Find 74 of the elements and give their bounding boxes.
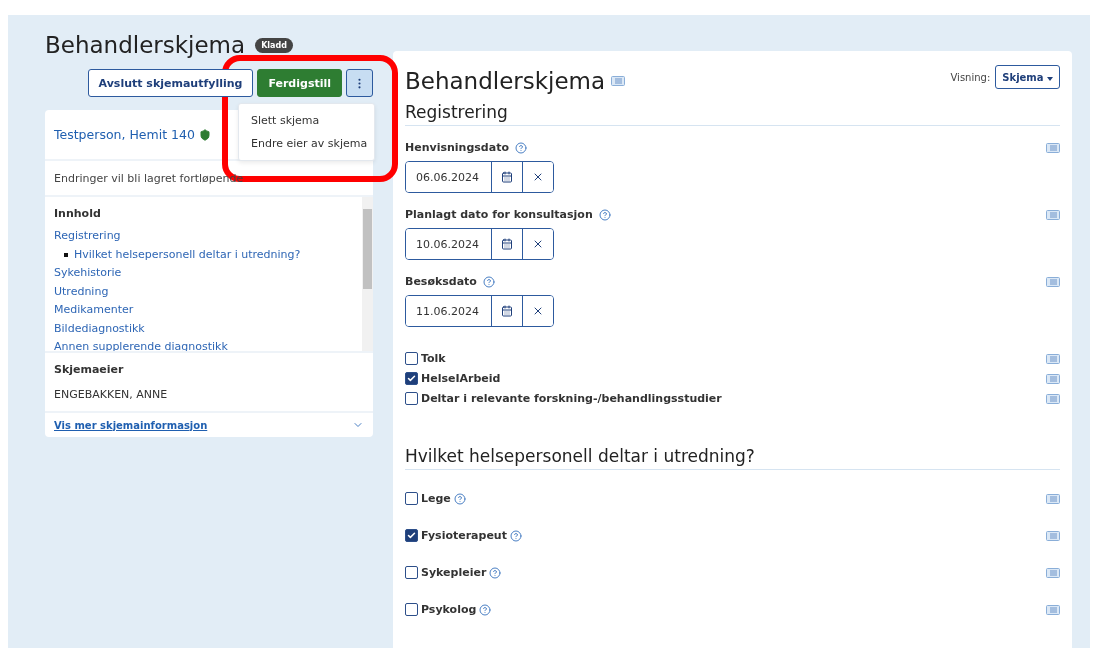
date-field[interactable]: 06.06.2024 — [405, 161, 554, 193]
checkbox[interactable] — [405, 566, 418, 579]
shield-icon — [198, 128, 211, 141]
toc-link[interactable]: Bildediagnostikk — [54, 319, 353, 338]
finish-button[interactable]: Ferdigstill — [257, 69, 342, 97]
owner-title: Skjemaeier — [54, 363, 125, 376]
more-button[interactable] — [346, 69, 373, 97]
status-badge: Kladd — [255, 37, 293, 53]
checkbox[interactable] — [405, 603, 418, 616]
field-label: Henvisningsdato — [405, 141, 509, 154]
list-icon[interactable] — [1046, 353, 1060, 364]
more-info-link[interactable]: Vis mer skjemainformasjon — [54, 419, 208, 431]
list-icon[interactable] — [611, 76, 626, 86]
form-title: Behandlerskjema — [405, 68, 606, 94]
clear-button[interactable] — [522, 162, 553, 192]
help-icon[interactable] — [514, 141, 527, 154]
patient-name[interactable]: Testperson, Hemit 140 — [54, 127, 195, 142]
section-title: Registrering — [405, 102, 1060, 126]
checkbox-label: Lege — [421, 492, 451, 505]
list-icon[interactable] — [1046, 530, 1060, 541]
toc-title: Innhold — [54, 207, 102, 220]
list-icon[interactable] — [1046, 567, 1060, 578]
help-icon[interactable] — [598, 208, 611, 221]
calendar-icon — [501, 171, 513, 183]
list-icon[interactable] — [1046, 373, 1060, 384]
list-icon[interactable] — [1046, 276, 1060, 287]
checkbox-label: Deltar i relevante forskning-/behandlingsstudier — [421, 392, 722, 405]
checkbox-label: Sykepleier — [421, 566, 487, 579]
clear-button[interactable] — [522, 229, 553, 259]
menu-item[interactable]: Endre eier av skjema — [239, 132, 374, 155]
date-field[interactable]: 11.06.2024 — [405, 295, 554, 327]
list-icon[interactable] — [1046, 393, 1060, 404]
view-select[interactable]: Skjema — [995, 65, 1060, 89]
close-icon — [532, 305, 544, 317]
checkbox-label: Fysioterapeut — [421, 529, 507, 542]
page-title: Behandlerskjema — [45, 32, 246, 58]
calendar-icon — [501, 305, 513, 317]
checkbox[interactable] — [405, 392, 418, 405]
exit-button[interactable]: Avslutt skjemautfylling — [87, 69, 254, 97]
list-icon[interactable] — [1046, 209, 1060, 220]
help-icon[interactable] — [453, 492, 466, 505]
clear-button[interactable] — [522, 296, 553, 326]
list-icon[interactable] — [1046, 493, 1060, 504]
help-icon[interactable] — [509, 529, 522, 542]
field-label: Besøksdato — [405, 275, 477, 288]
checkbox-label: Tolk — [421, 352, 446, 365]
help-icon[interactable] — [482, 275, 495, 288]
toc-link[interactable]: Registrering — [54, 227, 353, 246]
calendar-icon — [501, 238, 513, 250]
section-title: Hvilket helsepersonell deltar i utredning? — [405, 446, 1060, 470]
toc-link[interactable]: Medikamenter — [54, 301, 353, 320]
close-icon — [532, 238, 544, 250]
field-label: Planlagt dato for konsultasjon — [405, 208, 593, 221]
bullet-icon — [64, 252, 68, 257]
checkbox-label: Psykolog — [421, 603, 477, 616]
list-icon[interactable] — [1046, 604, 1060, 615]
toc-link[interactable]: Sykehistorie — [54, 264, 353, 283]
toc-link[interactable]: Hvilket helsepersonell deltar i utredning? — [74, 245, 301, 264]
caret-icon — [1047, 76, 1053, 81]
scrollbar[interactable] — [362, 197, 373, 351]
checkbox[interactable] — [405, 529, 418, 542]
owner-name: ENGEBAKKEN, ANNE — [54, 388, 169, 401]
checkbox[interactable] — [405, 352, 418, 365]
checkbox[interactable] — [405, 372, 418, 385]
help-icon[interactable] — [489, 566, 502, 579]
checkbox[interactable] — [405, 492, 418, 505]
help-icon[interactable] — [479, 603, 492, 616]
list-icon[interactable] — [1046, 142, 1060, 153]
checkbox-label: HelseIArbeid — [421, 372, 501, 385]
toc-link[interactable]: Utredning — [54, 282, 353, 301]
date-field[interactable]: 10.06.2024 — [405, 228, 554, 260]
view-label: Visning: — [950, 71, 991, 83]
close-icon — [532, 171, 544, 183]
menu-item[interactable]: Slett skjema — [239, 109, 374, 132]
